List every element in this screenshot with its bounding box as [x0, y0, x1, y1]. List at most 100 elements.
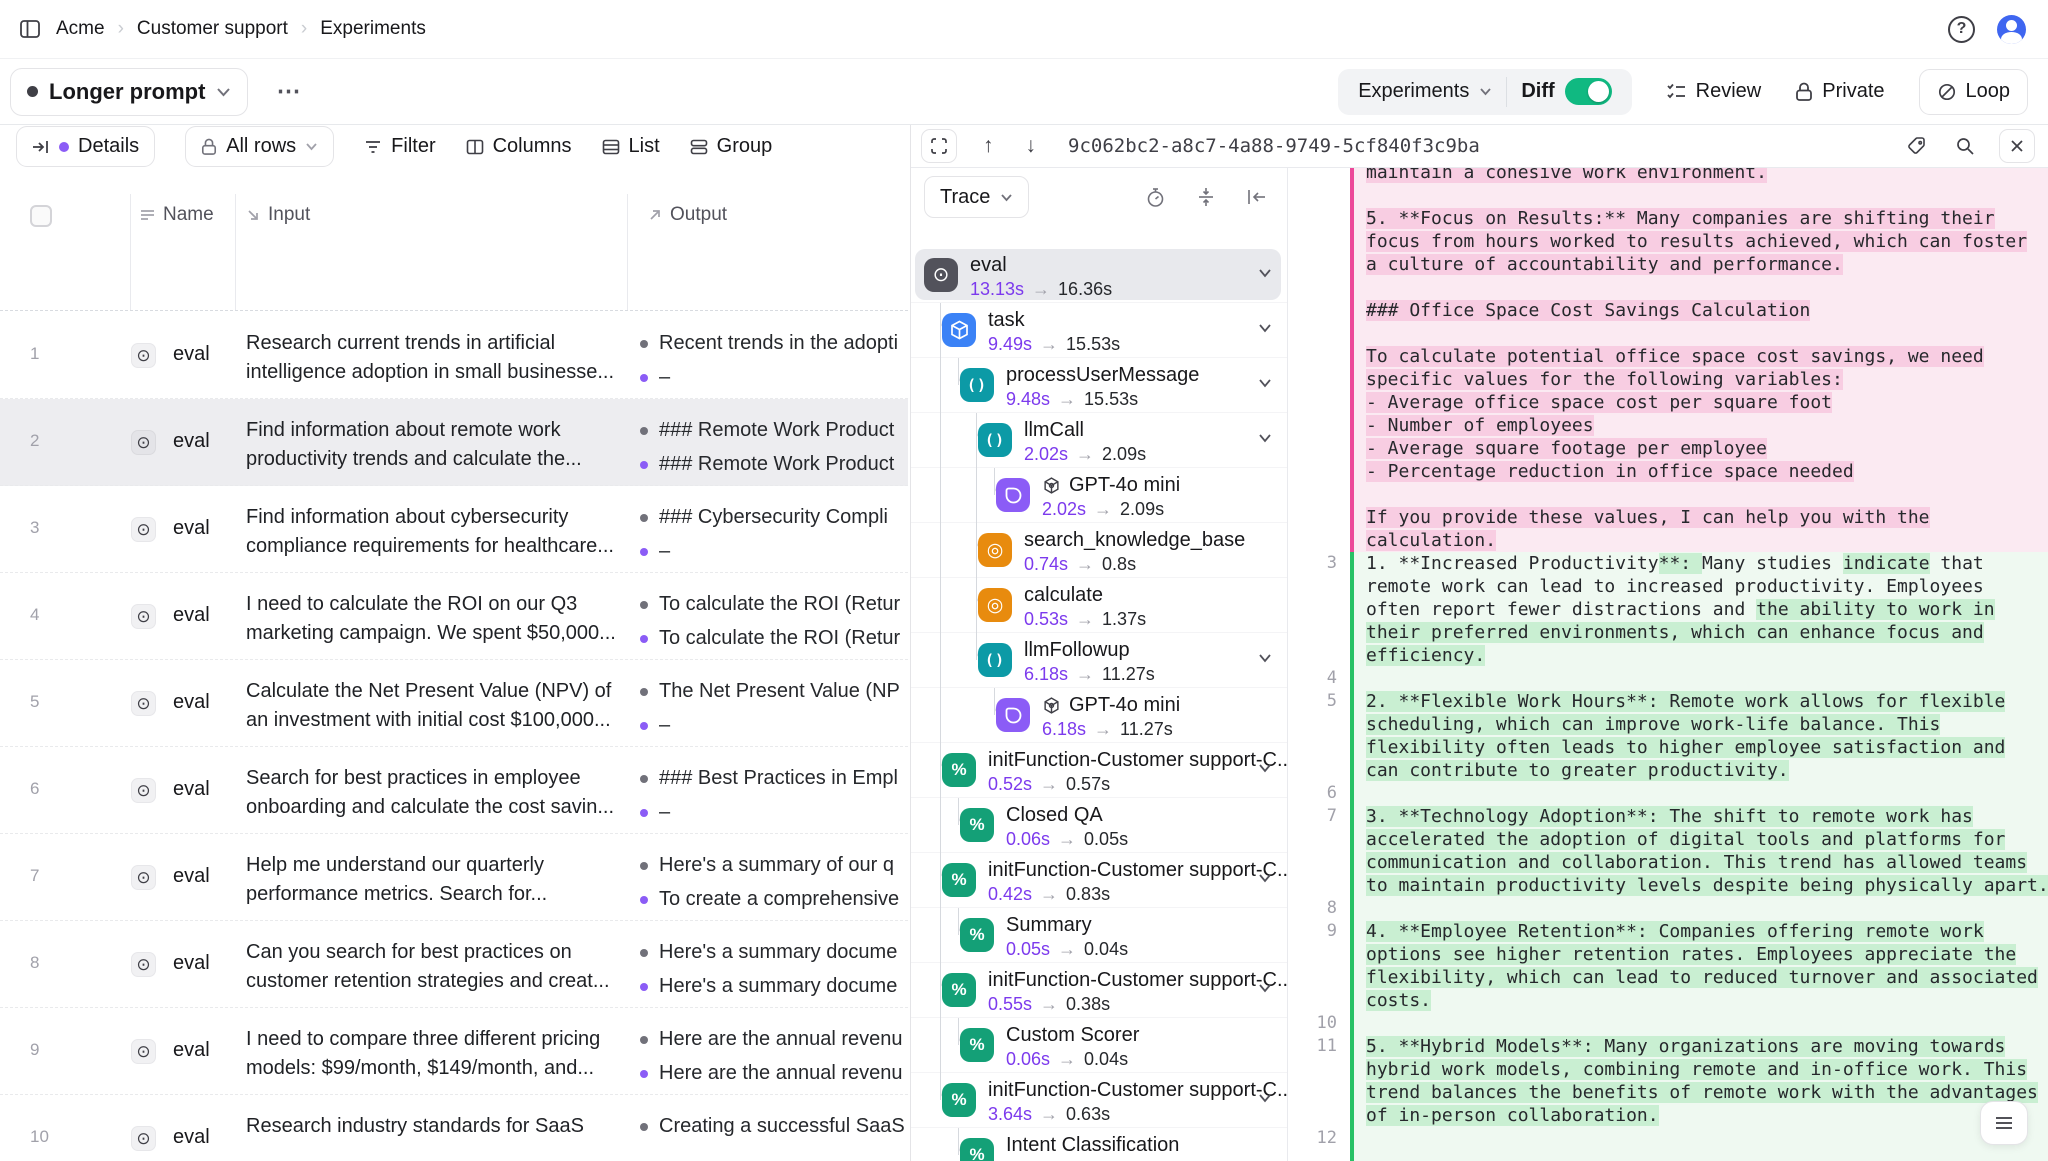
tree-connector	[940, 303, 941, 1100]
diff-removed-line: maintain a cohesive work environment.	[1289, 168, 2048, 184]
trace-span-row[interactable]: ⊙eval13.13s→16.36s	[911, 248, 1288, 303]
diff-content[interactable]: maintain a cohesive work environment.5. …	[1289, 168, 2048, 1161]
row-output: Here are the annual revenuHere are the a…	[640, 1008, 908, 1095]
timer-icon[interactable]	[1142, 187, 1169, 208]
trace-span-row[interactable]: %Closed QA0.06s→0.05s	[911, 798, 1288, 853]
breadcrumb-project[interactable]: Customer support	[137, 18, 288, 40]
group-button[interactable]: Group	[690, 135, 773, 158]
lock-icon	[1795, 82, 1813, 102]
trace-span-row[interactable]: ◎calculate0.53s→1.37s	[911, 578, 1288, 633]
trace-span-row[interactable]: %initFunction-Customer support-C...3.64s…	[911, 1073, 1288, 1128]
output-value: Here are the annual revenu	[640, 1028, 903, 1051]
trace-span-row[interactable]: %Intent Classification0.13s→0.08s	[911, 1128, 1288, 1161]
sidebar-toggle-icon[interactable]	[18, 17, 42, 41]
span-type-icon: ◎	[978, 533, 1012, 567]
eval-target-icon: ⊙	[131, 865, 156, 890]
chevron-down-icon[interactable]	[1258, 378, 1272, 388]
trace-span-row[interactable]: %Summary0.05s→0.04s	[911, 908, 1288, 963]
output-value: ### Best Practices in Empl	[640, 767, 898, 790]
diff-line-number	[1289, 322, 1350, 345]
table-row[interactable]: 3⊙evalFind information about cybersecuri…	[0, 486, 908, 573]
span-type-icon: %	[960, 918, 994, 952]
chevron-down-icon[interactable]	[1258, 763, 1272, 773]
diff-line-text: ### Office Space Cost Savings Calculatio…	[1350, 299, 2048, 322]
trace-span-row[interactable]: task9.49s→15.53s	[911, 303, 1288, 358]
chevron-down-icon[interactable]	[1258, 653, 1272, 663]
trace-view-selector[interactable]: Trace	[924, 176, 1029, 218]
breadcrumb-org[interactable]: Acme	[56, 18, 105, 40]
list-button[interactable]: List	[602, 135, 660, 158]
chevron-down-icon[interactable]	[1258, 433, 1272, 443]
trace-span-row[interactable]: ◎search_knowledge_base0.74s→0.8s	[911, 523, 1288, 578]
diff-line-number	[1289, 1104, 1350, 1127]
trace-span-row[interactable]: GPT-4o mini6.18s→11.27s	[911, 688, 1288, 743]
expand-icon[interactable]	[921, 129, 957, 163]
experiment-selector[interactable]: Longer prompt	[10, 68, 248, 116]
trace-span-row[interactable]: %initFunction-Customer support-C...0.42s…	[911, 853, 1288, 908]
table-row[interactable]: 4⊙evalI need to calculate the ROI on our…	[0, 573, 908, 660]
diff-added-line: costs.	[1289, 989, 2048, 1012]
outline-menu-button[interactable]	[1980, 1101, 2028, 1145]
table-row[interactable]: 5⊙evalCalculate the Net Present Value (N…	[0, 660, 908, 747]
prev-row-icon[interactable]: ↑	[977, 134, 1000, 158]
chevron-down-icon[interactable]	[1258, 323, 1272, 333]
diff-line-text	[1350, 184, 2048, 207]
table-row[interactable]: 9⊙evalI need to compare three different …	[0, 1008, 908, 1095]
diff-line-number	[1289, 253, 1350, 276]
column-header-name[interactable]: Name	[140, 204, 214, 226]
view-selector[interactable]: Experiments	[1344, 80, 1506, 103]
column-header-output[interactable]: Output	[648, 204, 727, 226]
collapse-vertical-icon[interactable]	[1193, 187, 1219, 207]
diff-line-text: calculation.	[1350, 529, 2048, 552]
diff-added-line: hybrid work models, combining remote and…	[1289, 1058, 2048, 1081]
trace-span-row[interactable]: ()llmFollowup6.18s→11.27s	[911, 633, 1288, 688]
trace-tree-pane: Trace ⊙eval13.13s→16.36stask9.49s→15.53s…	[911, 168, 1288, 1161]
table-row[interactable]: 10⊙evalResearch industry standards for S…	[0, 1095, 908, 1161]
review-button[interactable]: Review	[1666, 80, 1762, 103]
tag-icon[interactable]	[1903, 136, 1931, 156]
chevron-down-icon[interactable]	[1258, 1093, 1272, 1103]
select-all-checkbox[interactable]	[30, 205, 52, 227]
help-icon[interactable]: ?	[1948, 16, 1975, 43]
trace-span-row[interactable]: %initFunction-Customer support-C...0.52s…	[911, 743, 1288, 798]
table-row[interactable]: 2⊙evalFind information about remote work…	[0, 399, 908, 486]
trace-span-row[interactable]: ()llmCall2.02s→2.09s	[911, 413, 1288, 468]
trace-panel: ↑ ↓ 9c062bc2-a8c7-4a88-9749-5cf840f3c9ba…	[910, 125, 2048, 1161]
diff-removed-line	[1289, 276, 2048, 299]
group-label: Group	[717, 135, 773, 158]
trace-span-row[interactable]: %initFunction-Customer support-C...0.55s…	[911, 963, 1288, 1018]
details-button[interactable]: Details	[16, 126, 155, 167]
span-name: processUserMessage	[1006, 364, 1199, 387]
rows-filter-button[interactable]: All rows	[185, 126, 334, 167]
breadcrumb-page[interactable]: Experiments	[320, 18, 426, 40]
table-row[interactable]: 1⊙evalResearch current trends in artific…	[0, 312, 908, 399]
close-icon[interactable]	[1999, 129, 2035, 163]
diff-added-line: 94. **Employee Retention**: Companies of…	[1289, 920, 2048, 943]
row-output: Here's a summary documeHere's a summary …	[640, 921, 908, 1008]
table-row[interactable]: 8⊙evalCan you search for best practices …	[0, 921, 908, 1008]
next-row-icon[interactable]: ↓	[1020, 134, 1043, 158]
avatar[interactable]	[1997, 15, 2026, 44]
collapse-left-icon[interactable]	[1243, 189, 1271, 205]
trace-span-row[interactable]: GPT-4o mini2.02s→2.09s	[911, 468, 1288, 523]
more-menu-icon[interactable]: ⋯	[276, 77, 302, 106]
trace-span-row[interactable]: ()processUserMessage9.48s→15.53s	[911, 358, 1288, 413]
chevron-down-icon[interactable]	[1258, 873, 1272, 883]
chevron-down-icon[interactable]	[1258, 983, 1272, 993]
diff-line-number: 6	[1289, 782, 1350, 805]
diff-line-number	[1289, 874, 1350, 897]
filter-button[interactable]: Filter	[364, 135, 435, 158]
span-duration: 2.02s→2.09s	[1024, 444, 1146, 465]
trace-span-row[interactable]: %Custom Scorer0.06s→0.04s	[911, 1018, 1288, 1073]
loop-button[interactable]: Loop	[1919, 69, 2029, 115]
chevron-down-icon	[216, 87, 231, 97]
column-header-input[interactable]: Input	[246, 204, 310, 226]
chevron-down-icon[interactable]	[1258, 268, 1272, 278]
columns-button[interactable]: Columns	[466, 135, 572, 158]
table-row[interactable]: 7⊙evalHelp me understand our quarterlype…	[0, 834, 908, 921]
diff-toggle[interactable]	[1565, 78, 1612, 105]
private-button[interactable]: Private	[1795, 80, 1884, 103]
search-icon[interactable]	[1951, 136, 1979, 156]
table-row[interactable]: 6⊙evalSearch for best practices in emplo…	[0, 747, 908, 834]
span-type-icon: %	[960, 1028, 994, 1062]
